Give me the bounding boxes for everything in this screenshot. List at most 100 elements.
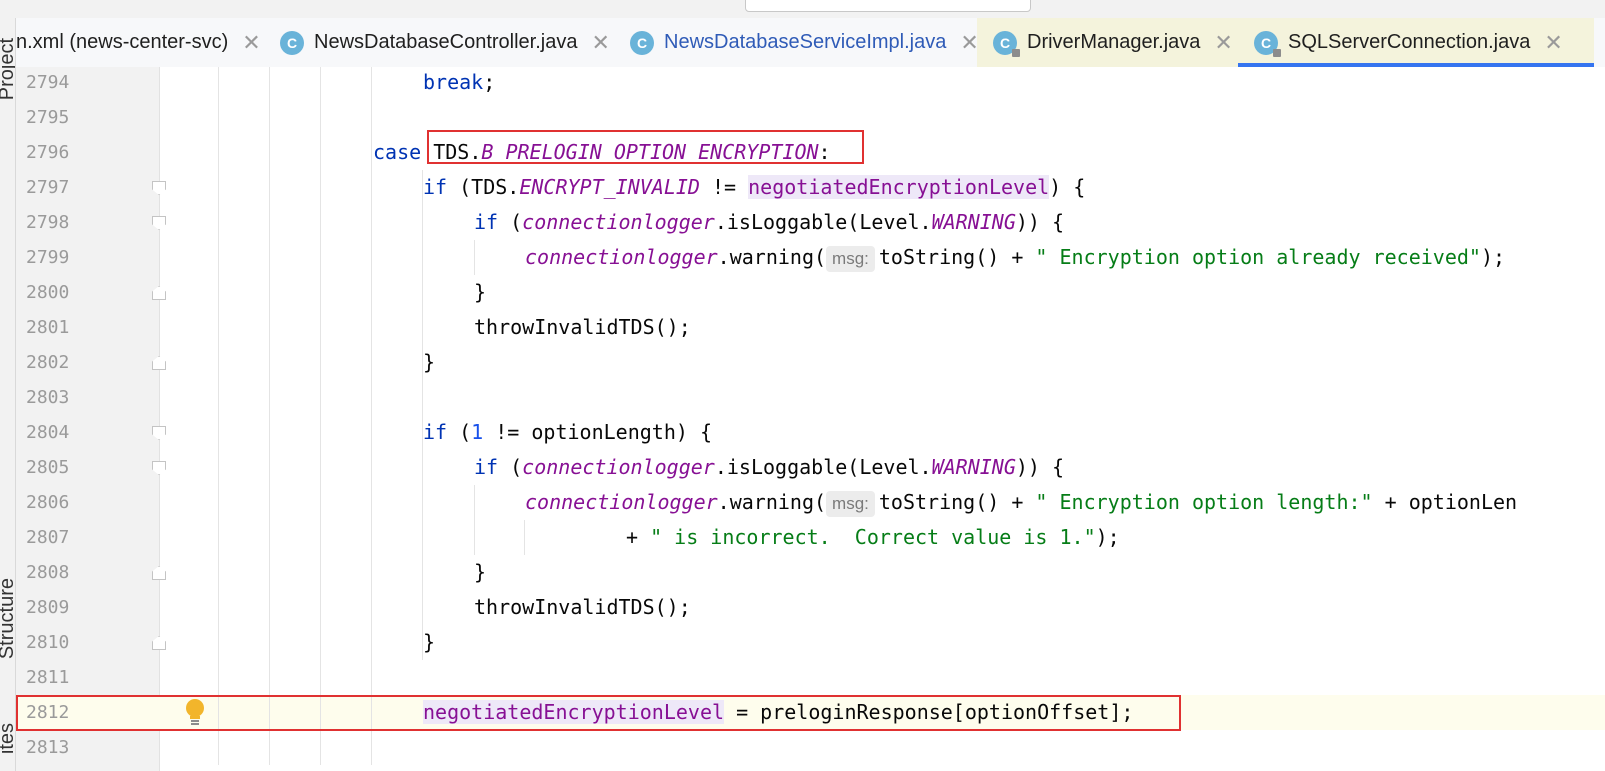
code-text: if (TDS.ENCRYPT_INVALID != negotiatedEnc… xyxy=(423,170,1085,205)
close-tab-icon[interactable]: ✕ xyxy=(242,30,260,56)
line-number: 2813 xyxy=(26,737,70,758)
indent-guide xyxy=(320,67,321,765)
favorites-label: ites xyxy=(0,723,16,755)
annotation-highlight-box xyxy=(427,130,864,164)
structure-tool-window-button[interactable]: Structure xyxy=(0,578,15,659)
parameter-hint: msg: xyxy=(826,246,875,272)
code-line[interactable]: 2799 connectionlogger.warning(msg: toStrin… xyxy=(16,240,1605,275)
code-line[interactable]: 2809 throwInvalidTDS(); xyxy=(16,590,1605,625)
code-text: + " is incorrect. Correct value is 1."); xyxy=(626,520,1120,555)
line-number: 2798 xyxy=(26,212,70,233)
code-line[interactable]: 2807 + " is incorrect. Correct value is 1… xyxy=(16,520,1605,555)
tab-news-database-service-impl[interactable]: C NewsDatabaseServiceImpl.java ✕ xyxy=(630,18,979,67)
code-token: toString() + xyxy=(878,490,1036,514)
code-line[interactable]: 2811 xyxy=(16,660,1605,695)
code-text: if (connectionlogger.isLoggable(Level.WA… xyxy=(474,450,1064,485)
code-line[interactable]: 2805 if (connectionlogger.isLoggable(Leve… xyxy=(16,450,1605,485)
code-line[interactable]: 2802} xyxy=(16,345,1605,380)
code-token: negotiatedEncryptionLevel xyxy=(748,175,1050,199)
code-token: } xyxy=(474,560,487,584)
code-line[interactable]: 2794 break; xyxy=(16,67,1605,100)
code-line[interactable]: 2797 if (TDS.ENCRYPT_INVALID != negotiate… xyxy=(16,170,1605,205)
close-tab-icon[interactable]: ✕ xyxy=(1214,30,1232,56)
close-tab-icon[interactable]: ✕ xyxy=(591,30,609,56)
line-number: 2805 xyxy=(26,457,70,478)
code-text: } xyxy=(423,345,435,380)
code-line[interactable]: 2801 throwInvalidTDS(); xyxy=(16,310,1605,345)
code-text: connectionlogger.warning(msg: toString() … xyxy=(525,240,1505,275)
code-token: connectionlogger xyxy=(525,245,718,269)
tab-label: NewsDatabaseController.java xyxy=(314,31,578,53)
code-line[interactable]: 2803 xyxy=(16,380,1605,415)
left-tool-strip: Project Structure ites xyxy=(0,18,16,771)
indent-guide xyxy=(371,67,372,765)
search-field[interactable] xyxy=(745,0,1031,12)
code-editor[interactable]: 2794 break; 2795 2796 case TDS.B_PRELOGIN_OP… xyxy=(16,67,1605,771)
project-tool-window-button[interactable]: Project xyxy=(0,38,16,101)
tab-label: DriverManager.java xyxy=(1027,31,1201,53)
close-tab-icon[interactable]: ✕ xyxy=(1544,30,1562,56)
code-token: 1 xyxy=(471,420,484,444)
code-token: ); xyxy=(1480,245,1506,269)
code-token: if xyxy=(423,175,460,199)
code-token: if xyxy=(423,420,460,444)
navigation-bar xyxy=(0,0,1605,19)
code-line[interactable]: 2810} xyxy=(16,625,1605,660)
code-token: != xyxy=(699,175,749,199)
java-class-locked-icon: C xyxy=(1254,30,1281,57)
code-token: " Encryption option length:" xyxy=(1035,490,1373,514)
code-token: } xyxy=(423,350,436,374)
editor-tab-bar: n.xml (news-center-svc) ✕ C NewsDatabase… xyxy=(16,18,1605,68)
tab-news-database-controller[interactable]: C NewsDatabaseController.java ✕ xyxy=(280,18,610,67)
code-line[interactable]: 2808} xyxy=(16,555,1605,590)
indent-guide xyxy=(269,67,270,765)
code-token: )) { xyxy=(1015,455,1065,479)
code-token: break xyxy=(423,70,484,94)
code-text: if (connectionlogger.isLoggable(Level.WA… xyxy=(474,205,1064,240)
code-text: throwInvalidTDS(); xyxy=(474,590,691,625)
java-class-locked-icon: C xyxy=(993,30,1020,57)
line-number: 2799 xyxy=(26,247,70,268)
favorites-tool-window-button[interactable]: ites xyxy=(0,723,16,755)
code-token: ) { xyxy=(1049,175,1086,199)
code-text: if (1 != optionLength) { xyxy=(423,415,712,450)
project-label: Project xyxy=(0,38,16,101)
code-token: != optionLength) { xyxy=(483,420,712,444)
code-line[interactable]: 2813 xyxy=(16,730,1605,765)
code-text: } xyxy=(474,275,486,310)
parameter-hint: msg: xyxy=(826,491,875,517)
indent-guide xyxy=(524,520,525,555)
code-token: ( xyxy=(459,420,472,444)
line-number: 2804 xyxy=(26,422,70,443)
code-text: break; xyxy=(423,67,495,100)
code-line[interactable]: 2798 if (connectionlogger.isLoggable(Leve… xyxy=(16,205,1605,240)
line-number: 2807 xyxy=(26,527,70,548)
line-number: 2809 xyxy=(26,597,70,618)
code-token: connectionlogger xyxy=(525,490,718,514)
code-token: throwInvalidTDS(); xyxy=(474,595,691,619)
code-token: (TDS. xyxy=(459,175,520,199)
code-token: .isLoggable(Level. xyxy=(714,210,932,234)
code-text: } xyxy=(423,625,435,660)
tab-sql-server-connection[interactable]: C SQLServerConnection.java ✕ xyxy=(1238,18,1594,67)
code-line[interactable]: 2800} xyxy=(16,275,1605,310)
line-number: 2795 xyxy=(26,107,70,128)
tab-pom-xml[interactable]: n.xml (news-center-svc) ✕ xyxy=(16,18,261,67)
code-token: throwInvalidTDS(); xyxy=(474,315,691,339)
code-line[interactable]: 2804 if (1 != optionLength) { xyxy=(16,415,1605,450)
code-line[interactable]: 2806 connectionlogger.warning(msg: toStrin… xyxy=(16,485,1605,520)
java-class-icon: C xyxy=(280,30,304,55)
line-number: 2802 xyxy=(26,352,70,373)
indent-guide xyxy=(474,485,475,555)
indent-guide xyxy=(422,170,423,660)
line-number: 2797 xyxy=(26,177,70,198)
code-token: if xyxy=(474,455,511,479)
line-number: 2801 xyxy=(26,317,70,338)
line-number: 2808 xyxy=(26,562,70,583)
tab-label: SQLServerConnection.java xyxy=(1288,31,1531,53)
line-number: 2810 xyxy=(26,632,70,653)
code-text: connectionlogger.warning(msg: toString() … xyxy=(525,485,1517,520)
code-token: WARNING xyxy=(931,455,1016,479)
tab-driver-manager[interactable]: C DriverManager.java ✕ xyxy=(977,18,1243,67)
code-token: connectionlogger xyxy=(522,455,715,479)
